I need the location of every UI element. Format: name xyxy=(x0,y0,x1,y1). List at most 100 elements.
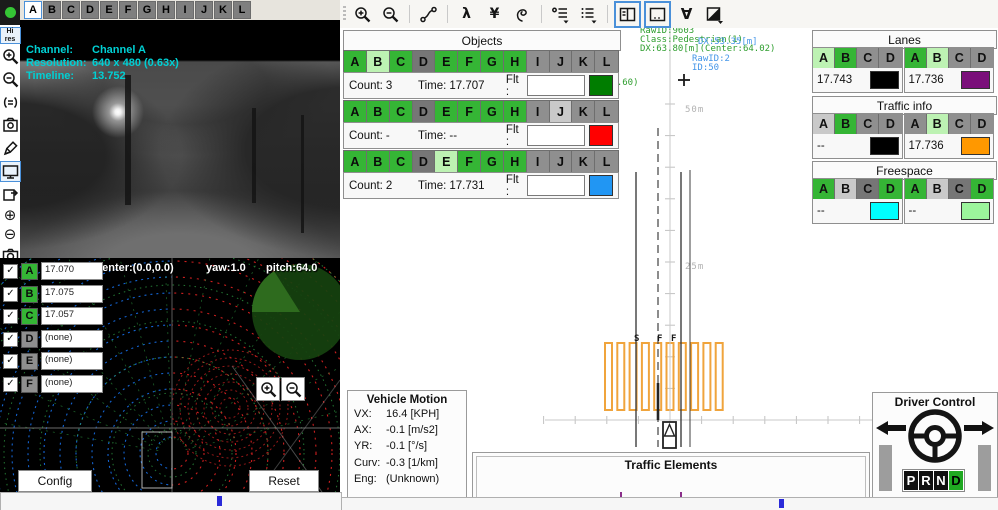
panel-split-toggle-icon[interactable] xyxy=(614,1,641,28)
objects-channel-cell-E[interactable]: E xyxy=(435,51,458,72)
camera-tab-L[interactable]: L xyxy=(233,1,251,19)
lanes-cell-D[interactable]: D xyxy=(879,48,901,68)
objects-channel-cell-I[interactable]: I xyxy=(527,101,550,122)
camera-tab-K[interactable]: K xyxy=(214,1,232,19)
objects-channel-cell-K[interactable]: K xyxy=(572,51,595,72)
freespace-cell-C[interactable]: C xyxy=(949,179,971,199)
objects-channel-cell-C[interactable]: C xyxy=(390,151,413,172)
objects-channel-cell-B[interactable]: B xyxy=(367,151,390,172)
lidar-channel-checkbox-E[interactable]: ✓ xyxy=(3,354,18,369)
objects-channel-cell-J[interactable]: J xyxy=(550,151,573,172)
lambda-icon[interactable]: λ xyxy=(454,2,479,27)
lidar-channel-value-E[interactable]: (none) xyxy=(41,352,103,370)
objects-channel-cell-L[interactable]: L xyxy=(595,151,618,172)
lidar-channel-cell-E[interactable]: E xyxy=(21,353,38,370)
objects-channel-cell-G[interactable]: G xyxy=(481,101,504,122)
lidar-channel-value-B[interactable]: 17.075 xyxy=(41,285,103,303)
objects-channel-cell-K[interactable]: K xyxy=(572,101,595,122)
objects-channel-cell-B[interactable]: B xyxy=(367,101,390,122)
lidar-channel-cell-C[interactable]: C xyxy=(21,308,38,325)
objects-channel-cell-I[interactable]: I xyxy=(527,51,550,72)
freespace-cell-B[interactable]: B xyxy=(835,179,857,199)
column-list-dropdown-icon[interactable] xyxy=(576,2,601,27)
main-timeline-scrollbar[interactable] xyxy=(341,497,998,510)
traffic-info-cell-D[interactable]: D xyxy=(971,114,993,134)
objects-channel-cell-K[interactable]: K xyxy=(572,151,595,172)
display-panel-icon[interactable] xyxy=(0,161,21,182)
objects-channel-cell-J[interactable]: J xyxy=(550,51,573,72)
reset-button[interactable]: Reset xyxy=(249,470,319,492)
panel-dock-toggle-icon[interactable] xyxy=(644,1,671,28)
objects-channel-cell-F[interactable]: F xyxy=(458,151,481,172)
object-color-swatch[interactable] xyxy=(589,125,613,146)
zoom-in-icon[interactable] xyxy=(0,46,21,67)
objects-channel-cell-J[interactable]: J xyxy=(550,101,573,122)
freespace-cell-A[interactable]: A xyxy=(905,179,927,199)
camera-tab-J[interactable]: J xyxy=(195,1,213,19)
lidar-channel-cell-A[interactable]: A xyxy=(21,263,38,280)
camera-tab-H[interactable]: H xyxy=(157,1,175,19)
objects-channel-cell-D[interactable]: D xyxy=(413,101,436,122)
objects-channel-cell-D[interactable]: D xyxy=(413,51,436,72)
objects-channel-cell-F[interactable]: F xyxy=(458,51,481,72)
hi-res-button[interactable]: Hi res xyxy=(0,27,21,44)
zoom-out-icon[interactable] xyxy=(0,69,21,90)
freespace-cell-D[interactable]: D xyxy=(879,179,901,199)
lidar-channel-checkbox-A[interactable]: ✓ xyxy=(3,264,18,279)
objects-channel-cell-E[interactable]: E xyxy=(435,101,458,122)
lidar-channel-checkbox-F[interactable]: ✓ xyxy=(3,377,18,392)
camera-tab-D[interactable]: D xyxy=(81,1,99,19)
lasso-icon[interactable] xyxy=(510,2,535,27)
export-box-icon[interactable] xyxy=(0,184,21,205)
objects-channel-cell-A[interactable]: A xyxy=(344,151,367,172)
lanes-cell-B[interactable]: B xyxy=(927,48,949,68)
contrast-dropdown-icon[interactable] xyxy=(702,2,727,27)
lanes-cell-A[interactable]: A xyxy=(905,48,927,68)
object-color-swatch[interactable] xyxy=(589,175,613,196)
traffic-info-cell-C[interactable]: C xyxy=(949,114,971,134)
camera-tab-B[interactable]: B xyxy=(43,1,61,19)
traffic-info-color-swatch[interactable] xyxy=(870,137,899,155)
lidar-timeline-marker[interactable] xyxy=(217,496,222,506)
traffic-info-cell-B[interactable]: B xyxy=(835,114,857,134)
objects-channel-cell-H[interactable]: H xyxy=(504,101,527,122)
objects-channel-cell-I[interactable]: I xyxy=(527,151,550,172)
traffic-info-color-swatch[interactable] xyxy=(961,137,990,155)
objects-channel-cell-B[interactable]: B xyxy=(367,51,390,72)
lidar-channel-checkbox-C[interactable]: ✓ xyxy=(3,309,18,324)
fit-width-icon[interactable] xyxy=(0,92,21,113)
lidar-channel-cell-D[interactable]: D xyxy=(21,331,38,348)
lanes-cell-A[interactable]: A xyxy=(813,48,835,68)
config-button[interactable]: Config xyxy=(18,470,92,492)
object-color-swatch[interactable] xyxy=(589,75,613,96)
flt-input[interactable] xyxy=(527,125,585,146)
camera-tab-A[interactable]: A xyxy=(24,1,42,19)
capture-box-icon[interactable] xyxy=(0,115,21,136)
plus-circle-icon[interactable]: ⊕ xyxy=(0,207,21,224)
lidar-channel-value-F[interactable]: (none) xyxy=(41,375,103,393)
lidar-channel-value-C[interactable]: 17.057 xyxy=(41,307,103,325)
zoom-out-icon[interactable] xyxy=(378,2,403,27)
vector-angle-icon[interactable]: ∀ xyxy=(674,2,699,27)
lidar-zoom-in-button[interactable] xyxy=(256,377,280,401)
objects-channel-cell-L[interactable]: L xyxy=(595,101,618,122)
traffic-info-cell-A[interactable]: A xyxy=(813,114,835,134)
objects-channel-cell-E[interactable]: E xyxy=(435,151,458,172)
objects-channel-cell-G[interactable]: G xyxy=(481,51,504,72)
lanes-color-swatch[interactable] xyxy=(961,71,990,89)
flt-input[interactable] xyxy=(527,75,585,96)
objects-channel-cell-C[interactable]: C xyxy=(390,101,413,122)
toolbar-grip[interactable] xyxy=(343,6,346,22)
traffic-info-cell-A[interactable]: A xyxy=(905,114,927,134)
lidar-channel-value-D[interactable]: (none) xyxy=(41,330,103,348)
camera-tab-I[interactable]: I xyxy=(176,1,194,19)
objects-channel-cell-L[interactable]: L xyxy=(595,51,618,72)
objects-channel-cell-G[interactable]: G xyxy=(481,151,504,172)
freespace-cell-B[interactable]: B xyxy=(927,179,949,199)
objects-channel-cell-A[interactable]: A xyxy=(344,51,367,72)
minus-circle-icon[interactable]: ⊖ xyxy=(0,226,21,243)
traffic-info-cell-D[interactable]: D xyxy=(879,114,901,134)
lidar-channel-value-A[interactable]: 17.070 xyxy=(41,262,103,280)
traffic-info-cell-C[interactable]: C xyxy=(857,114,879,134)
freespace-cell-A[interactable]: A xyxy=(813,179,835,199)
